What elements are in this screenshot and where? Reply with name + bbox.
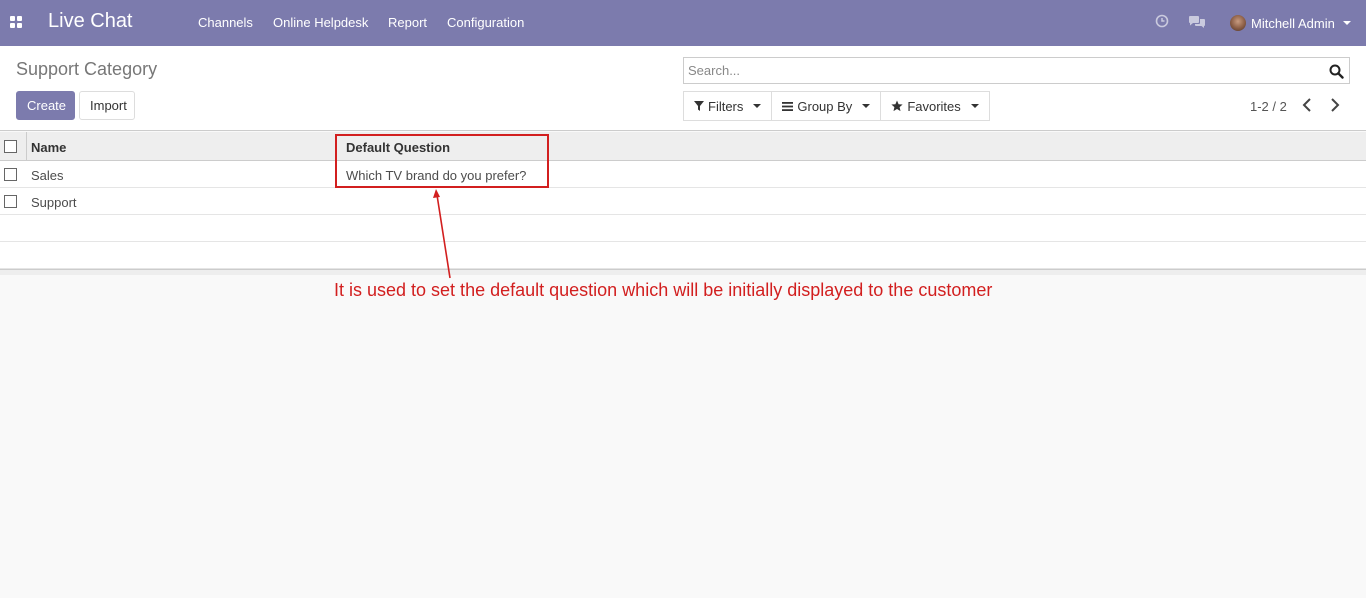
caret-down-icon <box>970 104 979 108</box>
filters-label: Filters <box>708 98 744 114</box>
avatar <box>1230 15 1246 31</box>
row-checkbox[interactable] <box>4 195 17 208</box>
pager-value[interactable]: 1-2 / 2 <box>1250 99 1287 114</box>
group-by-button[interactable]: Group By <box>771 91 882 121</box>
annotation-highlight-box <box>335 134 549 188</box>
control-panel: Support Category Create Import Filters G… <box>0 46 1366 131</box>
create-button[interactable]: Create <box>16 91 75 120</box>
column-header-name[interactable]: Name <box>31 140 66 155</box>
table-header: Name Default Question <box>0 132 1366 161</box>
page-title: Support Category <box>16 59 158 79</box>
star-icon <box>891 100 903 112</box>
menu-item-report[interactable]: Report <box>388 15 427 30</box>
menu-item-online-helpdesk[interactable]: Online Helpdesk <box>273 15 368 30</box>
filter-icon <box>694 101 704 111</box>
annotation-arrow-icon <box>433 189 451 279</box>
chat-icon[interactable] <box>1188 15 1206 32</box>
empty-row <box>0 215 1366 242</box>
user-name: Mitchell Admin <box>1251 15 1335 31</box>
caret-down-icon <box>753 104 762 108</box>
empty-row <box>0 242 1366 269</box>
annotation-text: It is used to set the default question w… <box>334 280 993 300</box>
list-view: Name Default Question Sales Which TV bra… <box>0 132 1366 275</box>
table-row[interactable]: Support <box>0 188 1366 215</box>
list-icon <box>782 101 794 111</box>
favorites-button[interactable]: Favorites <box>880 91 990 121</box>
search-box <box>683 57 1350 84</box>
user-menu[interactable]: Mitchell Admin <box>1230 13 1351 33</box>
row-name-cell: Support <box>31 195 77 210</box>
apps-menu-icon[interactable] <box>10 16 23 29</box>
caret-down-icon <box>862 104 871 108</box>
select-all-checkbox[interactable] <box>4 140 17 153</box>
table-footer <box>0 269 1366 275</box>
clock-icon[interactable] <box>1155 14 1169 31</box>
pager-next-icon[interactable] <box>1329 97 1343 113</box>
caret-down-icon <box>1342 21 1351 25</box>
pager-previous-icon[interactable] <box>1301 97 1315 113</box>
search-input[interactable] <box>688 61 1308 80</box>
filters-button[interactable]: Filters <box>683 91 773 121</box>
menu-item-configuration[interactable]: Configuration <box>447 15 524 30</box>
menu-item-channels[interactable]: Channels <box>198 15 253 30</box>
group-by-label: Group By <box>797 98 853 114</box>
import-button[interactable]: Import <box>79 91 135 120</box>
search-options: Filters Group By Favorites <box>683 91 990 121</box>
column-divider <box>26 132 27 161</box>
row-name-cell: Sales <box>31 168 64 183</box>
table-row[interactable]: Sales Which TV brand do you prefer? <box>0 161 1366 188</box>
app-name[interactable]: Live Chat <box>48 10 133 33</box>
top-navbar: Live Chat Channels Online Helpdesk Repor… <box>0 0 1366 46</box>
row-checkbox[interactable] <box>4 168 17 181</box>
search-icon[interactable] <box>1329 64 1344 82</box>
favorites-label: Favorites <box>907 98 961 114</box>
